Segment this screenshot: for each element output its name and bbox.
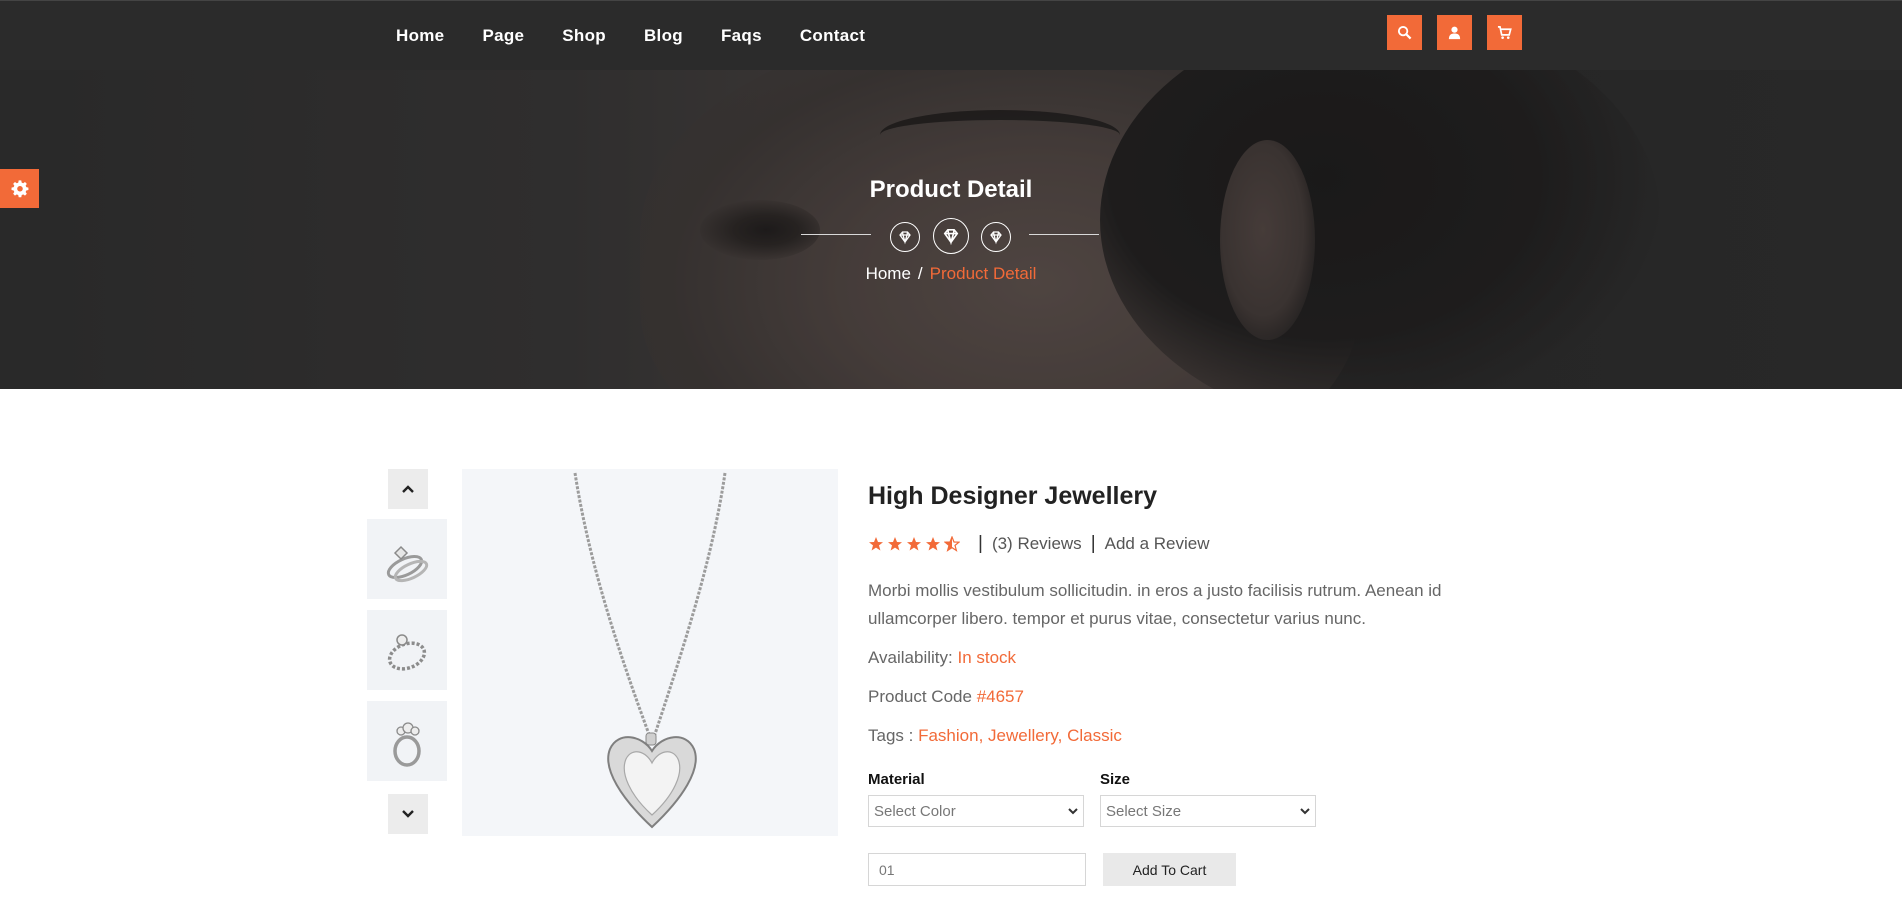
tag-separator: , [978,726,984,745]
settings-button[interactable] [0,169,39,208]
nav-link-shop[interactable]: Shop [562,26,606,46]
nav-link-faqs[interactable]: Faqs [721,26,762,46]
material-label: Material [868,771,925,788]
product-details: High Designer Jewellery | (3) Reviews | … [868,482,1468,750]
thumbnail-item[interactable] [367,519,447,599]
ring-thumbnail-icon [387,634,427,671]
page-banner: Product Detail Home / Product Detail [0,70,1902,389]
material-select[interactable]: Select Color [868,795,1084,827]
thumbnail-down-button[interactable] [388,794,428,834]
rating-separator: | [978,533,983,554]
product-tags: Tags : Fashion, Jewellery, Classic [868,722,1468,750]
main-menu: Home Page Shop Blog Faqs Contact [396,1,903,71]
chevron-down-icon [1068,808,1078,815]
star-icon [907,537,921,551]
chevron-down-icon [1300,808,1310,815]
tag-link-jewellery[interactable]: Jewellery [988,726,1058,745]
star-icon [869,537,883,551]
product-main-image[interactable] [462,469,838,836]
breadcrumb-separator: / [917,264,923,283]
star-icon [888,537,902,551]
search-button[interactable] [1387,15,1422,50]
diamond-icon [933,218,969,254]
tag-separator: , [1057,726,1063,745]
nav-link-page[interactable]: Page [482,26,524,46]
user-icon [1448,26,1461,40]
ring-thumbnail-icon [386,545,429,583]
availability: Availability: In stock [868,644,1468,672]
tag-link-classic[interactable]: Classic [1067,726,1122,745]
diamond-icon [890,222,920,252]
tags-label: Tags : [868,726,914,745]
gear-icon [11,179,28,197]
star-rating [868,536,963,552]
breadcrumb-home[interactable]: Home [866,264,911,283]
header-actions [1387,15,1537,50]
reviews-link[interactable]: (3) Reviews [992,534,1082,554]
product-title: High Designer Jewellery [868,482,1158,510]
add-review-link[interactable]: Add a Review [1105,534,1210,554]
material-select-value: Select Color [874,802,956,820]
necklace-image [573,472,727,829]
tag-link-fashion[interactable]: Fashion [918,726,978,745]
availability-label: Availability: [868,648,953,667]
nav-link-home[interactable]: Home [396,26,444,46]
top-navbar: Home Page Shop Blog Faqs Contact [0,0,1902,70]
nav-link-blog[interactable]: Blog [644,26,683,46]
diamond-icon [981,222,1011,252]
size-select-value: Select Size [1106,802,1182,820]
product-code-value: #4657 [976,687,1024,706]
thumbnail-item[interactable] [367,610,447,690]
half-star-icon [944,536,960,552]
breadcrumb-current: Product Detail [929,264,1037,283]
thumbnail-up-button[interactable] [388,469,428,509]
product-description: Morbi mollis vestibulum sollicitudin. in… [868,581,1442,628]
search-icon [1397,25,1412,40]
rating-row: | (3) Reviews | Add a Review [868,533,1468,555]
star-icon [926,537,940,551]
cart-icon [1497,26,1512,39]
ring-thumbnail-icon [393,722,421,767]
availability-value: In stock [957,648,1017,667]
rating-separator: | [1090,533,1096,554]
cart-button[interactable] [1487,15,1522,50]
chevron-down-icon [402,810,414,818]
size-select[interactable]: Select Size [1100,795,1316,827]
nav-link-contact[interactable]: Contact [800,26,865,46]
page-title: Product Detail [869,176,1033,203]
product-code-label: Product Code [868,687,972,706]
product-code: Product Code #4657 [868,683,1468,711]
chevron-up-icon [402,485,414,493]
size-label: Size [1100,771,1131,788]
title-divider [801,218,1099,254]
quantity-input[interactable] [868,853,1086,886]
account-button[interactable] [1437,15,1472,50]
divider-line-left [801,234,871,235]
divider-line-right [1029,234,1099,235]
add-to-cart-button[interactable]: Add To Cart [1103,853,1236,886]
thumbnail-item[interactable] [367,701,447,781]
breadcrumb: Home / Product Detail [0,264,1902,284]
